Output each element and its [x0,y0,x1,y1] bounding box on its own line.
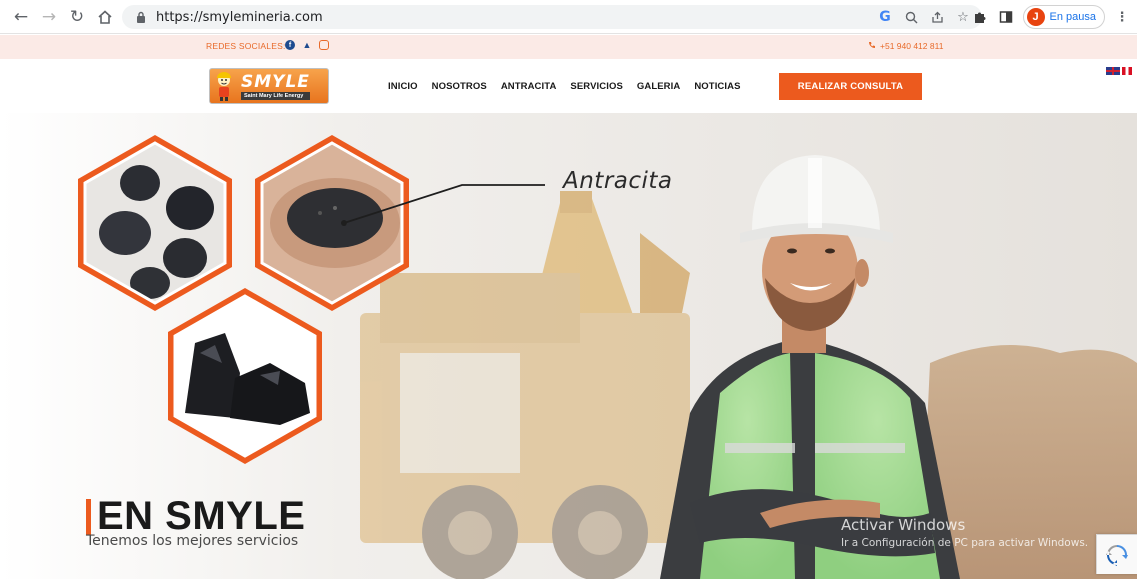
nav-antracita[interactable]: ANTRACITA [501,81,557,92]
lock-icon[interactable] [134,10,148,24]
phone-icon [868,41,876,51]
instagram-icon[interactable] [319,40,329,50]
logo-tagline: Saint Mary Life Energy [241,91,310,100]
browser-toolbar: ← → ↻ https://smylemineria.com G ☆ J En … [0,0,1137,34]
smyle-logo[interactable]: SMYLE Saint Mary Life Energy [209,68,329,104]
home-icon[interactable] [94,6,116,28]
realizar-consulta-button[interactable]: REALIZAR CONSULTA [779,73,922,100]
profile-button[interactable]: J En pausa [1022,5,1105,29]
back-arrow-icon[interactable]: ← [10,6,32,28]
reload-icon[interactable]: ↻ [66,6,88,28]
url-text[interactable]: https://smylemineria.com [156,10,323,25]
mascot-icon [217,72,231,101]
side-panel-icon[interactable] [997,8,1015,26]
language-selector[interactable] [1106,67,1132,75]
uk-flag-icon[interactable] [1106,67,1120,75]
browser-menu-icon[interactable]: ⋮ [1113,8,1131,26]
bookmark-star-icon[interactable]: ☆ [954,8,972,26]
activate-title: Activar Windows [841,516,966,534]
nav-noticias[interactable]: NOTICIAS [694,81,740,92]
twitter-icon[interactable]: ▲ [302,40,312,50]
nav-galeria[interactable]: GALERIA [637,81,680,92]
zoom-icon[interactable] [902,8,920,26]
activate-subtitle: Ir a Configuración de PC para activar Wi… [841,537,1089,549]
recaptcha-badge[interactable] [1096,534,1137,574]
site-header: SMYLE Saint Mary Life Energy INICIO NOSO… [0,59,1137,113]
phone-number: +51 940 412 811 [880,41,944,51]
logo-name: SMYLE [241,71,310,92]
top-info-bar: REDES SOCIALES: f ▲ +51 940 412 811 [0,35,1137,59]
windows-activation-watermark: Activar Windows Ir a Configuración de PC… [841,516,1088,549]
address-bar[interactable]: https://smylemineria.com G ☆ [122,5,982,29]
accent-bar [86,498,91,535]
share-icon[interactable] [928,8,946,26]
nav-inicio[interactable]: INICIO [388,81,418,92]
extensions-puzzle-icon[interactable] [971,8,989,26]
social-label: REDES SOCIALES: [206,41,286,51]
phone-contact[interactable]: +51 940 412 811 [868,41,943,51]
profile-avatar: J [1026,8,1045,26]
facebook-icon[interactable]: f [285,40,295,50]
hero-subtitle: Tenemos los mejores servicios [86,533,299,549]
antracita-label: Antracita [563,168,673,194]
nav-servicios[interactable]: SERVICIOS [570,81,622,92]
forward-arrow-icon[interactable]: → [38,6,60,28]
google-translate-icon[interactable]: G [876,8,894,26]
profile-status: En pausa [1049,11,1096,23]
nav-nosotros[interactable]: NOSOTROS [432,81,487,92]
hero-section: Antracita EN SMYLE Tenemos los mejores s… [0,113,1137,579]
recaptcha-icon [1106,544,1128,566]
main-nav: INICIO NOSOTROS ANTRACITA SERVICIOS GALE… [388,81,741,92]
peru-flag-icon[interactable] [1122,67,1132,75]
